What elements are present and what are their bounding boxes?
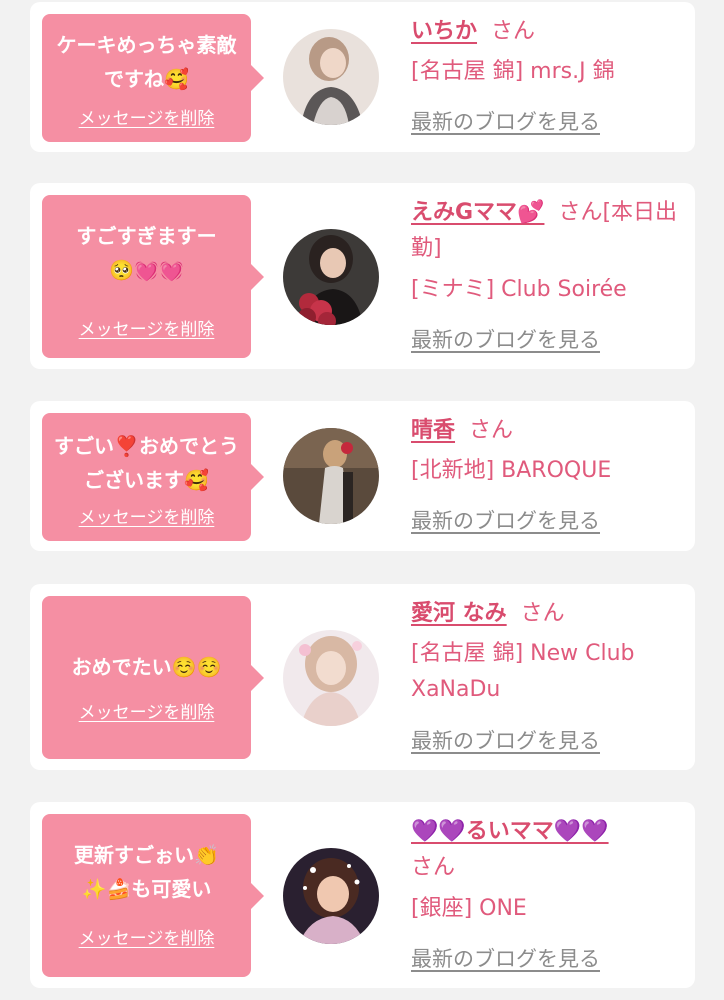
message-card: おめでたい☺️☺️ メッセージを削除 愛河 なみ さん [名古屋 錦] New C…: [30, 584, 695, 770]
shop-name: [北新地] BAROQUE: [411, 458, 612, 483]
message-card: ケーキめっちゃ素敵ですね🥰 メッセージを削除 いちか さん [名古屋 錦] mrs…: [30, 2, 695, 152]
cast-name-line: 晴香 さん: [411, 413, 686, 449]
honorific-line: さん: [411, 850, 686, 886]
delete-message-link[interactable]: メッセージを削除: [42, 702, 251, 724]
message-bubble: すごすぎますー🥺💓💓 メッセージを削除: [42, 195, 264, 358]
message-text: すごすぎますー🥺💓💓: [76, 224, 217, 282]
cast-name-link[interactable]: 晴香: [411, 418, 455, 443]
cast-name-link[interactable]: 💜💜るいママ💜💜: [411, 819, 609, 844]
avatar[interactable]: [283, 848, 379, 944]
shop-name: [名古屋 錦] New Club XaNaDu: [411, 641, 635, 702]
honorific: さん: [411, 855, 456, 880]
delete-message-link[interactable]: メッセージを削除: [42, 507, 251, 529]
shop-name: [ミナミ] Club Soirée: [411, 277, 627, 302]
cast-name-link[interactable]: 愛河 なみ: [411, 601, 507, 626]
message-bubble: おめでたい☺️☺️ メッセージを削除: [42, 596, 264, 759]
latest-blog-link[interactable]: 最新のブログを見る: [411, 108, 600, 136]
message-card: 更新すごぉい👏✨🍰も可愛い メッセージを削除 💜💜るいママ💜💜 さん [銀座] …: [30, 802, 695, 988]
latest-blog-link[interactable]: 最新のブログを見る: [411, 945, 600, 973]
cast-name-line: いちか さん: [411, 14, 686, 50]
delete-message-link[interactable]: メッセージを削除: [42, 928, 251, 950]
honorific: さん: [520, 601, 565, 626]
message-text: すごい❣️おめでとうございます🥰: [54, 434, 239, 492]
message-bubble: ケーキめっちゃ素敵ですね🥰 メッセージを削除: [42, 14, 264, 142]
message-card: すごい❣️おめでとうございます🥰 メッセージを削除 晴香 さん [北新地] BAR…: [30, 401, 695, 551]
cast-name-line: 💜💜るいママ💜💜: [411, 814, 686, 850]
cast-name-line: えみGママ💕 さん[本日出勤]: [411, 195, 686, 267]
shop-name: [名古屋 錦] mrs.J 錦: [411, 59, 615, 84]
message-text: ケーキめっちゃ素敵ですね🥰: [56, 33, 237, 91]
latest-blog-link[interactable]: 最新のブログを見る: [411, 326, 600, 354]
avatar[interactable]: [283, 29, 379, 125]
latest-blog-link[interactable]: 最新のブログを見る: [411, 507, 600, 535]
avatar[interactable]: [283, 229, 379, 325]
honorific: さん: [469, 418, 514, 443]
cast-name-link[interactable]: えみGママ💕: [411, 200, 544, 225]
avatar[interactable]: [283, 630, 379, 726]
cast-name-link[interactable]: いちか: [411, 19, 477, 44]
message-card: すごすぎますー🥺💓💓 メッセージを削除 えみGママ💕 さん[本日出勤] [ミナミ]…: [30, 183, 695, 369]
cast-name-line: 愛河 なみ さん: [411, 596, 686, 632]
message-bubble: すごい❣️おめでとうございます🥰 メッセージを削除: [42, 413, 264, 541]
shop-name: [銀座] ONE: [411, 896, 527, 921]
message-bubble: 更新すごぉい👏✨🍰も可愛い メッセージを削除: [42, 814, 264, 977]
avatar[interactable]: [283, 428, 379, 524]
message-text: おめでたい☺️☺️: [71, 655, 222, 679]
delete-message-link[interactable]: メッセージを削除: [42, 108, 251, 130]
latest-blog-link[interactable]: 最新のブログを見る: [411, 727, 600, 755]
honorific: さん: [491, 19, 536, 44]
message-text: 更新すごぉい👏✨🍰も可愛い: [74, 843, 219, 901]
delete-message-link[interactable]: メッセージを削除: [42, 319, 251, 341]
